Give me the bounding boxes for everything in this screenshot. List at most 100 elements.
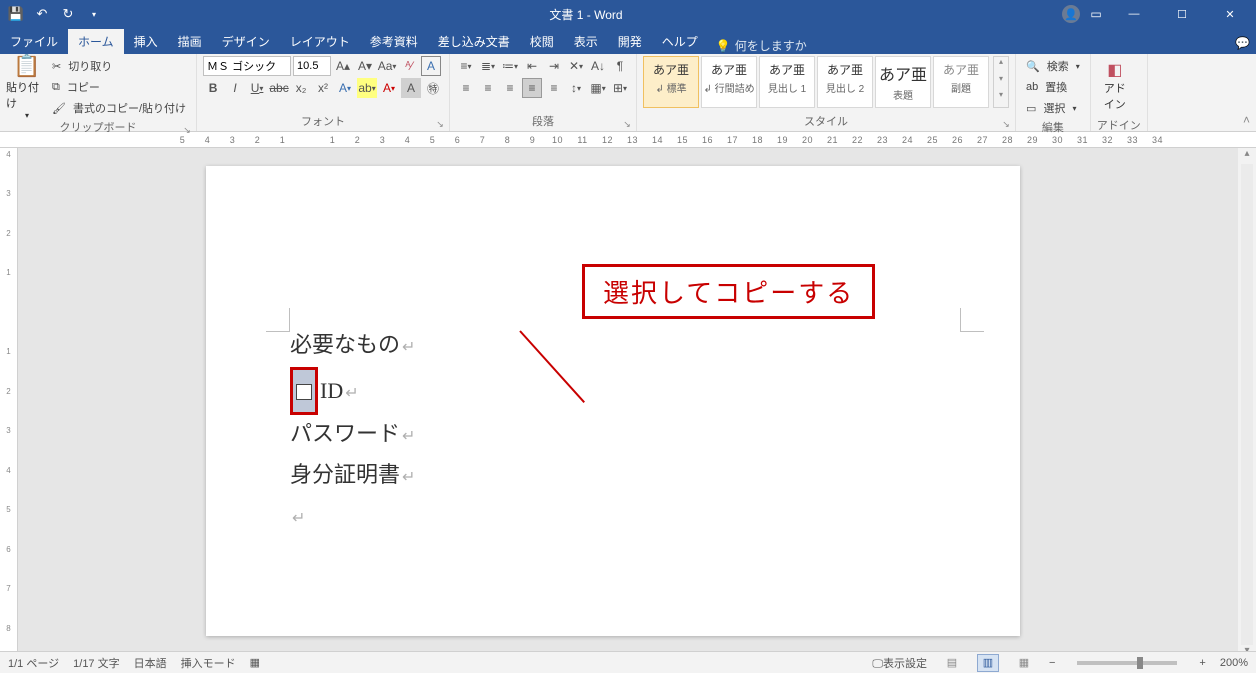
feedback-icon[interactable]: 💬 — [1235, 36, 1250, 50]
doc-line-1[interactable]: 必要なもの↵ — [290, 326, 936, 367]
text-effects-button[interactable]: A▾ — [335, 78, 355, 98]
style-normal[interactable]: あア亜↲ 標準 — [643, 56, 699, 108]
borders-button[interactable]: ⊞▾ — [610, 78, 630, 98]
style-nospacing[interactable]: あア亜↲ 行間詰め — [701, 56, 757, 108]
bullets-button[interactable]: ≡▾ — [456, 56, 476, 76]
text-direction-button[interactable]: ✕▾ — [566, 56, 586, 76]
style-title[interactable]: あア亜表題 — [875, 56, 931, 108]
zoom-out-button[interactable]: − — [1049, 657, 1055, 669]
web-layout-button[interactable]: ▦ — [1013, 654, 1035, 672]
maximize-button[interactable]: ☐ — [1160, 0, 1204, 28]
document-text[interactable]: 必要なもの↵ ID↵ パスワード↵ 身分証明書↵ ↵ — [290, 326, 936, 538]
paste-button[interactable]: 📋 貼り付け ▾ — [6, 56, 48, 116]
selected-checkbox[interactable] — [290, 367, 318, 415]
subscript-button[interactable]: x₂ — [291, 78, 311, 98]
tab-layout[interactable]: レイアウト — [280, 29, 360, 54]
minimize-button[interactable]: ― — [1112, 0, 1156, 28]
decrease-indent-button[interactable]: ⇤ — [522, 56, 542, 76]
character-shading-button[interactable]: A — [401, 78, 421, 98]
zoom-in-button[interactable]: + — [1199, 657, 1205, 669]
font-color-button[interactable]: A▾ — [379, 78, 399, 98]
find-button[interactable]: 🔍検索▾ — [1022, 56, 1084, 76]
justify-button[interactable]: ≡ — [522, 78, 542, 98]
tab-file[interactable]: ファイル — [0, 29, 68, 54]
qat-customize-icon[interactable]: ▾ — [84, 4, 104, 24]
ribbon-display-options-icon[interactable]: ▭ — [1084, 4, 1108, 24]
doc-line-2[interactable]: ID↵ — [290, 367, 936, 415]
tab-mailings[interactable]: 差し込み文書 — [428, 29, 520, 54]
italic-button[interactable]: I — [225, 78, 245, 98]
tab-design[interactable]: デザイン — [212, 29, 280, 54]
grow-font-button[interactable]: A▴ — [333, 56, 353, 76]
distributed-button[interactable]: ≡ — [544, 78, 564, 98]
status-language[interactable]: 日本語 — [134, 655, 167, 671]
account-avatar[interactable]: 👤 — [1062, 5, 1080, 23]
multilevel-button[interactable]: ≔▾ — [500, 56, 520, 76]
superscript-button[interactable]: x² — [313, 78, 333, 98]
increase-indent-button[interactable]: ⇥ — [544, 56, 564, 76]
vertical-ruler[interactable]: 432112345678 — [0, 148, 18, 661]
status-words[interactable]: 1/17 文字 — [73, 655, 119, 671]
redo-icon[interactable]: ↻ — [58, 4, 78, 24]
sort-button[interactable]: A↓ — [588, 56, 608, 76]
tab-view[interactable]: 表示 — [564, 29, 608, 54]
zoom-slider[interactable] — [1077, 661, 1177, 665]
scroll-up-icon[interactable]: ▴ — [1238, 148, 1256, 164]
strikethrough-button[interactable]: abc — [269, 78, 289, 98]
style-heading1[interactable]: あア亜見出し 1 — [759, 56, 815, 108]
font-size-input[interactable] — [293, 56, 331, 76]
show-marks-button[interactable]: ¶ — [610, 56, 630, 76]
shading-button[interactable]: ▦▾ — [588, 78, 608, 98]
launcher-icon[interactable]: ↘ — [182, 125, 192, 135]
tab-developer[interactable]: 開発 — [608, 29, 652, 54]
launcher-icon[interactable]: ↘ — [435, 119, 445, 129]
tab-help[interactable]: ヘルプ — [652, 29, 708, 54]
page[interactable]: 必要なもの↵ ID↵ パスワード↵ 身分証明書↵ ↵ 選択してコピーする — [206, 166, 1020, 636]
cut-button[interactable]: ✂切り取り — [48, 56, 190, 76]
select-button[interactable]: ▭選択▾ — [1022, 98, 1084, 118]
align-left-button[interactable]: ≡ — [456, 78, 476, 98]
undo-icon[interactable]: ↶ — [32, 4, 52, 24]
shrink-font-button[interactable]: A▾ — [355, 56, 375, 76]
style-heading2[interactable]: あア亜見出し 2 — [817, 56, 873, 108]
tell-me-search[interactable]: 💡 何をしますか — [708, 37, 815, 54]
doc-line-4[interactable]: 身分証明書↵ — [290, 456, 936, 497]
doc-line-5[interactable]: ↵ — [290, 497, 936, 538]
save-icon[interactable]: 💾 — [6, 4, 26, 24]
doc-line-3[interactable]: パスワード↵ — [290, 415, 936, 456]
numbering-button[interactable]: ≣▾ — [478, 56, 498, 76]
launcher-icon[interactable]: ↘ — [1001, 119, 1011, 129]
enclose-characters-button[interactable]: ㊕ — [423, 78, 443, 98]
copy-button[interactable]: ⧉コピー — [48, 77, 190, 97]
format-painter-button[interactable]: 🖌書式のコピー/貼り付け — [48, 98, 190, 118]
font-name-input[interactable] — [203, 56, 291, 76]
tab-references[interactable]: 参考資料 — [360, 29, 428, 54]
line-spacing-button[interactable]: ↕▾ — [566, 78, 586, 98]
collapse-ribbon-icon[interactable]: ˄ — [1243, 113, 1250, 127]
style-subtitle[interactable]: あア亜副題 — [933, 56, 989, 108]
launcher-icon[interactable]: ↘ — [622, 119, 632, 129]
align-right-button[interactable]: ≡ — [500, 78, 520, 98]
vertical-scrollbar[interactable]: ▴ ▾ — [1238, 148, 1256, 661]
tab-home[interactable]: ホーム — [68, 29, 124, 54]
align-center-button[interactable]: ≡ — [478, 78, 498, 98]
scroll-track[interactable] — [1241, 164, 1253, 645]
style-gallery[interactable]: あア亜↲ 標準 あア亜↲ 行間詰め あア亜見出し 1 あア亜見出し 2 あア亜表… — [643, 56, 1009, 108]
close-button[interactable]: ✕ — [1208, 0, 1252, 28]
document-area[interactable]: 必要なもの↵ ID↵ パスワード↵ 身分証明書↵ ↵ 選択してコピーする — [18, 148, 1256, 661]
change-case-button[interactable]: Aa▾ — [377, 56, 397, 76]
tab-review[interactable]: 校閲 — [520, 29, 564, 54]
status-mode[interactable]: 挿入モード — [181, 655, 236, 671]
underline-button[interactable]: U▾ — [247, 78, 267, 98]
tab-draw[interactable]: 描画 — [168, 29, 212, 54]
replace-button[interactable]: ab置換 — [1022, 77, 1084, 97]
display-settings-button[interactable]: 🖵表示設定 — [872, 655, 927, 671]
zoom-level[interactable]: 200% — [1220, 657, 1248, 669]
phonetic-guide-button[interactable]: ᴬ⁄ — [399, 56, 419, 76]
character-border-button[interactable]: A — [421, 56, 441, 76]
tab-insert[interactable]: 挿入 — [124, 29, 168, 54]
style-gallery-scroll[interactable]: ▴▾▾ — [993, 56, 1009, 108]
zoom-thumb[interactable] — [1137, 657, 1143, 669]
highlight-button[interactable]: ab▾ — [357, 78, 377, 98]
read-mode-button[interactable]: ▤ — [941, 654, 963, 672]
